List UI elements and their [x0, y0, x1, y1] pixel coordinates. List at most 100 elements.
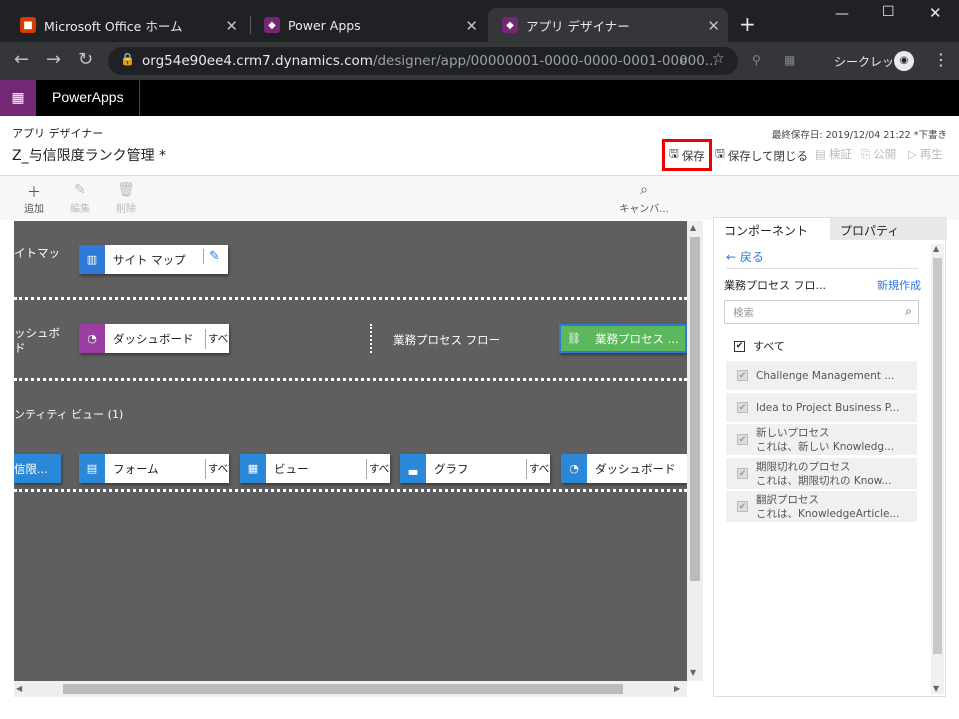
pencil-icon: ✎ [74, 182, 86, 198]
scroll-down-icon[interactable]: ▼ [690, 668, 696, 677]
save-button[interactable]: 🖫 保存 [669, 146, 705, 165]
powerapps-icon: ◆ [264, 17, 280, 33]
incognito-icon[interactable]: ◉ [894, 51, 914, 71]
checkbox-icon[interactable]: ✔ [737, 402, 748, 413]
save-label: 保存 [681, 148, 705, 163]
search-input[interactable]: 検索 ⌕ [724, 300, 919, 324]
divider [726, 268, 918, 269]
validate-label: 検証 [828, 147, 852, 161]
tab-power-apps[interactable]: ◆ Power Apps ✕ [250, 8, 486, 42]
save-close-button[interactable]: 🖫 保存して閉じる [715, 146, 808, 165]
extension-icon-2[interactable]: ▦ [784, 53, 795, 67]
item-title: Idea to Project Business P... [756, 401, 900, 414]
chart-tile[interactable]: ▃ グラフ すべて [400, 454, 550, 483]
back-link[interactable]: ← 戻る [726, 248, 764, 265]
tab-properties[interactable]: プロパティ [830, 218, 947, 240]
list-item[interactable]: ✔ 期限切れのプロセス これは、期限切れの Know... [726, 458, 917, 489]
new-link[interactable]: 新規作成 [877, 277, 921, 293]
scroll-thumb[interactable] [63, 684, 623, 694]
checkbox-checked-icon[interactable]: ✔ [734, 340, 745, 352]
scroll-right-icon[interactable]: ▶ [674, 684, 680, 693]
extension-icon[interactable]: ⚲ [752, 53, 761, 67]
checkbox-icon[interactable]: ✔ [737, 434, 748, 445]
entity-tile[interactable]: 信限... [14, 454, 61, 483]
list-item[interactable]: ✔ 新しいプロセス これは、新しい Knowledg... [726, 424, 917, 455]
more-menu-icon[interactable]: ⋮ [933, 50, 949, 69]
close-icon[interactable]: ✕ [707, 17, 720, 35]
view-tile[interactable]: ▦ ビュー すべて [240, 454, 390, 483]
bpf-label: 業務プロセス フロー [393, 333, 501, 347]
all-label: すべて [753, 340, 785, 353]
all-dropdown[interactable]: すべて [366, 458, 390, 479]
suite-title[interactable]: PowerApps [52, 89, 124, 105]
validate-button[interactable]: ▤ 検証 [815, 146, 852, 162]
window-close-icon[interactable]: ✕ [929, 4, 942, 22]
designer-subtitle: アプリ デザイナー [12, 127, 104, 140]
list-item[interactable]: ✔ Challenge Management ... [726, 361, 917, 390]
forward-arrow-icon[interactable]: → [46, 50, 61, 70]
checkbox-icon[interactable]: ✔ [737, 370, 748, 381]
item-desc: これは、新しい Knowledg... [756, 440, 895, 453]
edit-button[interactable]: ✎ 編集 [60, 182, 100, 215]
bookmark-star-icon[interactable]: ☆ [712, 51, 725, 67]
minimize-icon[interactable]: — [835, 6, 849, 22]
panel-scrollbar[interactable]: ▲ ▼ [931, 244, 944, 694]
checkbox-icon[interactable]: ✔ [737, 468, 748, 479]
reload-icon[interactable]: ↻ [78, 50, 93, 70]
scroll-up-icon[interactable]: ▲ [690, 223, 696, 232]
dashboard-tile-label: ダッシュボード [595, 461, 676, 476]
tab-components[interactable]: コンポーネント [714, 218, 830, 240]
dashboard-tile[interactable]: ◔ ダッシュボード すべて [79, 324, 229, 353]
chart-tile-label: グラフ [434, 461, 469, 476]
designer-header: アプリ デザイナー Z_与信限度ランク管理 * 最終保存日: 2019/12/0… [0, 116, 959, 176]
scroll-thumb[interactable] [933, 258, 942, 654]
canvas-horizontal-scrollbar[interactable]: ◀ ▶ [14, 681, 687, 697]
pencil-icon[interactable]: ✎ [203, 249, 220, 264]
close-icon[interactable]: ✕ [465, 17, 478, 35]
zoom-icon[interactable]: ⌕ [680, 52, 688, 68]
item-title: 期限切れのプロセス [756, 460, 851, 473]
canvas-search-button[interactable]: ⌕ キャンバ... [618, 182, 670, 215]
url-input[interactable]: 🔒 org54e90ee4.crm7.dynamics.com/designer… [108, 47, 738, 75]
delete-button[interactable]: 🗑 削除 [106, 182, 146, 215]
scroll-left-icon[interactable]: ◀ [16, 684, 22, 693]
bpf-tile[interactable]: ⛓ 業務プロセス ... [559, 324, 687, 353]
all-dropdown[interactable]: すべて [205, 328, 229, 349]
app-launcher-icon[interactable]: ▦ [0, 80, 36, 116]
form-tile[interactable]: ▤ フォーム すべて [79, 454, 229, 483]
dashboard-tile-2[interactable]: ◔ ダッシュボード [561, 454, 687, 483]
sitemap-tile[interactable]: ▥ サイト マップ ✎ [79, 245, 228, 274]
checkbox-icon[interactable]: ✔ [737, 501, 748, 512]
publish-button[interactable]: ⎘ 公開 [861, 146, 896, 162]
save-close-label: 保存して閉じる [727, 148, 808, 163]
add-button[interactable]: ＋ 追加 [14, 182, 54, 215]
all-dropdown[interactable]: すべて [205, 458, 229, 479]
suite-bar: ▦ PowerApps [0, 80, 959, 116]
tab-app-designer[interactable]: ◆ アプリ デザイナー ✕ [488, 8, 728, 42]
entity-view-label: ンティティ ビュー (1) [14, 408, 124, 421]
designer-canvas[interactable]: イトマッ ▥ サイト マップ ✎ ッシュボ ド ◔ ダッシュボード すべて 業務… [14, 221, 687, 681]
tab-office-home[interactable]: ■ Microsoft Office ホーム ✕ [6, 8, 246, 42]
url-host: org54e90ee4.crm7.dynamics.com [142, 53, 373, 69]
scroll-up-icon[interactable]: ▲ [933, 244, 939, 253]
close-icon[interactable]: ✕ [225, 17, 238, 35]
lock-icon: 🔒 [120, 52, 135, 66]
dashboard-label-2: ド [14, 341, 26, 355]
back-arrow-icon[interactable]: ← [14, 50, 29, 70]
view-tile-label: ビュー [274, 461, 309, 476]
item-desc: これは、期限切れの Know... [756, 474, 892, 487]
new-tab-icon[interactable]: + [739, 12, 756, 36]
validate-icon: ▤ [815, 147, 826, 161]
scroll-thumb[interactable] [690, 237, 700, 581]
dashboard-tile-label: ダッシュボード [113, 331, 194, 346]
list-item[interactable]: ✔ 翻訳プロセス これは、KnowledgeArticle... [726, 491, 917, 522]
back-label: 戻る [739, 250, 764, 264]
divider [139, 80, 140, 116]
all-checkbox-row[interactable]: ✔ すべて [734, 338, 785, 354]
list-item[interactable]: ✔ Idea to Project Business P... [726, 393, 917, 422]
scroll-down-icon[interactable]: ▼ [933, 684, 939, 693]
canvas-vertical-scrollbar[interactable]: ▲ ▼ [687, 221, 703, 681]
play-button[interactable]: ▷ 再生 [908, 146, 943, 162]
maximize-icon[interactable]: ☐ [882, 4, 895, 20]
all-dropdown[interactable]: すべて [526, 458, 550, 479]
